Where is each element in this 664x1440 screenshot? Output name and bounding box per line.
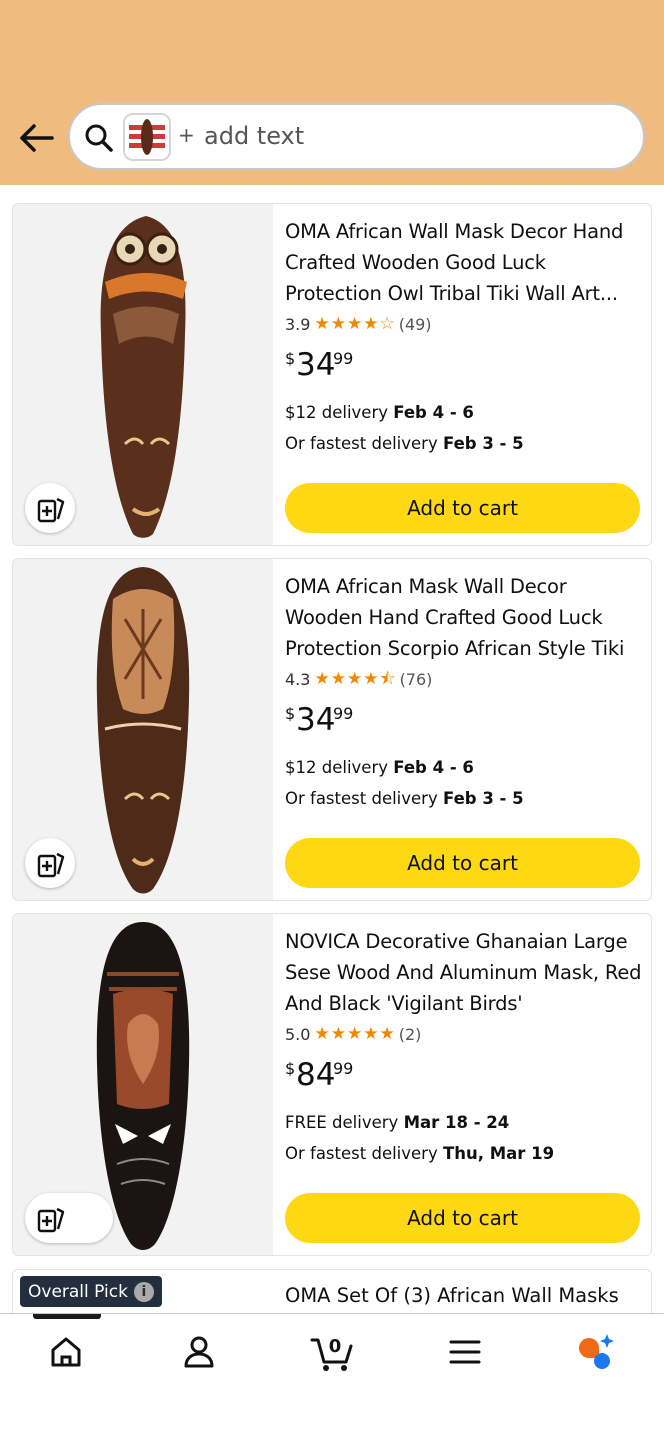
delivery-info: FREE delivery Mar 18 - 24: [285, 1113, 510, 1132]
cards-plus-icon: [37, 497, 65, 523]
add-to-cart-button[interactable]: Add to cart: [285, 1193, 640, 1243]
star-rating-icon: ★ ★ ★ ★ ☆: [314, 313, 395, 334]
search-placeholder[interactable]: add text: [204, 122, 304, 150]
product-price: $ 84 99: [285, 1057, 354, 1093]
search-bar[interactable]: + add text: [68, 103, 645, 170]
review-count: (2): [398, 1024, 422, 1044]
cart-icon[interactable]: 0: [310, 1332, 356, 1372]
find-similar-button[interactable]: [25, 483, 75, 533]
add-to-cart-button[interactable]: Add to cart: [285, 483, 640, 533]
badge-label: Overall Pick: [28, 1281, 128, 1302]
product-price: $ 34 99: [285, 702, 354, 738]
active-tab-indicator: [33, 1314, 101, 1319]
fastest-delivery-info: Or fastest delivery Feb 3 - 5: [285, 789, 524, 808]
bottom-navigation: 0: [0, 1313, 664, 1440]
product-title[interactable]: OMA African Mask Wall Decor Wooden Hand …: [285, 571, 645, 664]
rufus-icon[interactable]: [575, 1332, 615, 1372]
account-icon[interactable]: [179, 1332, 219, 1372]
find-similar-button[interactable]: [25, 1193, 113, 1243]
cards-plus-icon: [37, 852, 65, 878]
overall-pick-badge[interactable]: Overall Pick i: [20, 1276, 162, 1307]
rating-value: 4.3: [285, 669, 311, 689]
star-rating-icon: ★ ★ ★ ★ ★: [314, 1023, 395, 1044]
cart-count: 0: [329, 1336, 342, 1357]
product-rating[interactable]: 5.0 ★ ★ ★ ★ ★ (2): [285, 1023, 645, 1045]
rating-value: 5.0: [285, 1024, 311, 1044]
search-icon: [85, 124, 113, 152]
delivery-info: $12 delivery Feb 4 - 6: [285, 403, 474, 422]
review-count: (76): [399, 669, 433, 689]
product-title[interactable]: OMA African Wall Mask Decor Hand Crafted…: [285, 216, 645, 309]
product-image[interactable]: [13, 914, 273, 1255]
product-card[interactable]: OMA African Mask Wall Decor Wooden Hand …: [12, 558, 652, 901]
product-image[interactable]: [13, 204, 273, 545]
rating-value: 3.9: [285, 314, 311, 334]
product-title[interactable]: NOVICA Decorative Ghanaian Large Sese Wo…: [285, 926, 645, 1019]
top-header: + add text: [0, 0, 664, 185]
search-image-thumbnail[interactable]: [123, 113, 171, 161]
star-rating-icon: ★ ★ ★ ★ ⯪: [314, 668, 396, 689]
product-card[interactable]: NOVICA Decorative Ghanaian Large Sese Wo…: [12, 913, 652, 1256]
add-to-cart-button[interactable]: Add to cart: [285, 838, 640, 888]
menu-icon[interactable]: [445, 1332, 485, 1372]
product-image[interactable]: [13, 559, 273, 900]
product-card[interactable]: OMA African Wall Mask Decor Hand Crafted…: [12, 203, 652, 546]
product-price: $ 34 99: [285, 347, 354, 383]
fastest-delivery-info: Or fastest delivery Feb 3 - 5: [285, 434, 524, 453]
product-title[interactable]: OMA Set Of (3) African Wall Masks: [285, 1284, 619, 1307]
back-arrow-icon[interactable]: [16, 120, 56, 156]
fastest-delivery-info: Or fastest delivery Thu, Mar 19: [285, 1144, 555, 1163]
add-text-plus: +: [178, 123, 195, 147]
delivery-info: $12 delivery Feb 4 - 6: [285, 758, 474, 777]
cards-plus-icon: [37, 1207, 65, 1233]
info-icon[interactable]: i: [133, 1281, 154, 1302]
find-similar-button[interactable]: [25, 838, 75, 888]
product-rating[interactable]: 4.3 ★ ★ ★ ★ ⯪ (76): [285, 668, 645, 690]
home-icon[interactable]: [46, 1332, 86, 1372]
review-count: (49): [398, 314, 432, 334]
product-rating[interactable]: 3.9 ★ ★ ★ ★ ☆ (49): [285, 313, 645, 335]
